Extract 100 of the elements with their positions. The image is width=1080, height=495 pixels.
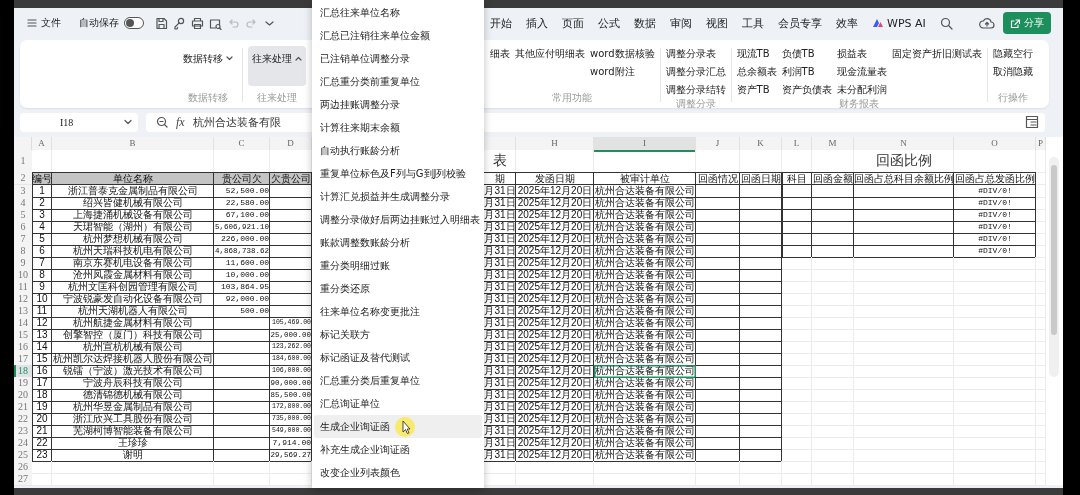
table-cell: 1 bbox=[32, 185, 52, 198]
key-icon[interactable] bbox=[173, 16, 186, 30]
ribbon-tab[interactable]: 数据 bbox=[628, 12, 662, 34]
ribbon-button[interactable]: 现流TB bbox=[736, 46, 777, 61]
empty-cell bbox=[214, 425, 270, 438]
column-header[interactable]: J bbox=[696, 137, 740, 152]
file-menu[interactable]: 文件 bbox=[24, 14, 64, 32]
menu-item[interactable]: 计算汇兑损益并生成调整分录 bbox=[314, 185, 482, 208]
ribbon-button[interactable]: 资产负债表 bbox=[781, 82, 832, 97]
menu-item[interactable]: 汇总往来单位名称 bbox=[314, 1, 482, 24]
ribbon-button[interactable]: word数据核验 bbox=[590, 46, 655, 61]
scrollbar[interactable] bbox=[1049, 157, 1059, 377]
menu-item[interactable]: 补充生成企业询证函 bbox=[314, 438, 482, 461]
menu-item[interactable]: 汇总已注销往来单位金额 bbox=[314, 24, 482, 47]
ribbon-tab[interactable]: 开始 bbox=[484, 12, 518, 34]
menu-item[interactable]: 重复单位标色及F列与G到J列校验 bbox=[314, 162, 482, 185]
menu-item[interactable]: 重分类明细过账 bbox=[314, 254, 482, 277]
search-icon[interactable] bbox=[939, 16, 953, 30]
group-label: 调整分录 bbox=[674, 97, 717, 111]
menu-item[interactable]: 重分类还原 bbox=[314, 277, 482, 300]
menu-item[interactable]: 汇总重分类后重复单位 bbox=[314, 369, 482, 392]
cell-name-box[interactable]: I18 bbox=[20, 112, 138, 132]
row-header[interactable]: 27 bbox=[14, 473, 32, 486]
ai-button[interactable]: WPS AI bbox=[866, 13, 932, 33]
autosave-toggle[interactable] bbox=[124, 17, 144, 29]
column-header[interactable]: M bbox=[812, 137, 854, 152]
table-cell: 杭州合达装备有限公司 bbox=[594, 317, 696, 330]
column-header[interactable]: N bbox=[854, 137, 954, 152]
table-cell: 月31日 bbox=[484, 257, 516, 270]
print-preview-icon[interactable] bbox=[209, 16, 222, 30]
column-header[interactable]: I bbox=[594, 137, 696, 152]
function-panel-icon[interactable] bbox=[1025, 115, 1039, 129]
empty-cell bbox=[782, 437, 812, 450]
ribbon-button[interactable]: 细表 bbox=[490, 46, 510, 61]
ribbon-button[interactable]: 损益表 bbox=[836, 46, 887, 61]
column-header[interactable]: K bbox=[740, 137, 782, 152]
empty-cell bbox=[740, 197, 782, 210]
ribbon-button[interactable]: 调整分录汇总 bbox=[665, 64, 726, 79]
ribbon-button[interactable]: word附注 bbox=[590, 64, 655, 79]
menu-item[interactable]: 往来单位名称变更批注 bbox=[314, 300, 482, 323]
row-header[interactable]: 1 bbox=[14, 150, 32, 173]
ai-logo-icon bbox=[872, 18, 884, 28]
ribbon-button[interactable]: 总余额表 bbox=[736, 64, 777, 79]
menu-item[interactable]: 调整分录做好后两边挂账过入明细表 bbox=[314, 208, 482, 231]
column-header[interactable]: B bbox=[52, 137, 214, 152]
table-cell: 月31日 bbox=[484, 389, 516, 402]
ribbon-button[interactable]: 其他应付明细表 bbox=[515, 46, 585, 61]
column-header[interactable]: L bbox=[782, 137, 812, 152]
menu-icon bbox=[27, 18, 37, 28]
ribbon-button[interactable]: 调整分录结转 bbox=[665, 82, 726, 97]
share-button[interactable]: 分享 bbox=[1003, 12, 1051, 34]
row-header[interactable]: 2 bbox=[14, 172, 32, 185]
menu-item[interactable]: 账款调整数账龄分析 bbox=[314, 231, 482, 254]
save-icon[interactable] bbox=[155, 16, 168, 30]
caret-icon bbox=[295, 56, 302, 61]
empty-cell bbox=[782, 197, 812, 210]
menu-item[interactable]: 汇总询证单位 bbox=[314, 392, 482, 415]
empty-cell bbox=[214, 389, 270, 402]
column-header[interactable]: C bbox=[214, 137, 270, 152]
ribbon-tab[interactable]: 页面 bbox=[556, 12, 590, 34]
menu-item[interactable]: 改变企业列表颜色 bbox=[314, 461, 482, 484]
ribbon-tab[interactable]: 会员专享 bbox=[772, 12, 828, 34]
table-cell: 10 bbox=[32, 293, 52, 306]
menu-item[interactable]: 自动执行账龄分析 bbox=[314, 139, 482, 162]
menu-item[interactable]: 标记关联方 bbox=[314, 323, 482, 346]
ribbon-tab[interactable]: 审阅 bbox=[664, 12, 698, 34]
menu-item[interactable]: 已注销单位调整分录 bbox=[314, 47, 482, 70]
cloud-upload-icon[interactable] bbox=[979, 16, 995, 30]
table-cell: 杭州合达装备有限公司 bbox=[594, 221, 696, 234]
ribbon-button[interactable]: 负债TB bbox=[781, 46, 832, 61]
ribbon-button[interactable]: 固定资产折旧测试表 bbox=[891, 46, 982, 61]
table-cell: 2025年12月20日 bbox=[516, 197, 594, 210]
ribbon-dropdown-button[interactable]: 数据转移 bbox=[179, 45, 237, 86]
ribbon-button[interactable]: 调整分录表 bbox=[665, 46, 726, 61]
ribbon-dropdown-button[interactable]: 往来处理 bbox=[248, 45, 306, 86]
ribbon-button[interactable]: 现金流量表 bbox=[836, 64, 887, 79]
table-cell: 谢明 bbox=[52, 449, 214, 462]
ribbon-button[interactable]: 利润TB bbox=[781, 64, 832, 79]
column-header[interactable]: O bbox=[954, 137, 1036, 152]
function-label[interactable]: fx bbox=[176, 114, 185, 130]
ribbon-tab[interactable]: 工具 bbox=[736, 12, 770, 34]
ribbon-button[interactable]: 未分配利润 bbox=[836, 82, 887, 97]
ribbon-tab[interactable]: 插入 bbox=[520, 12, 554, 34]
empty-cell bbox=[740, 425, 782, 438]
ribbon-tab[interactable]: 公式 bbox=[592, 12, 626, 34]
empty-cell bbox=[1036, 197, 1046, 210]
empty-cell bbox=[696, 269, 740, 282]
table-cell: 杭州合达装备有限公司 bbox=[594, 413, 696, 426]
column-header[interactable]: P bbox=[1036, 137, 1046, 152]
ribbon-button[interactable]: 隐藏空行 bbox=[992, 46, 1033, 61]
print-icon[interactable] bbox=[191, 16, 204, 30]
menu-item[interactable]: 汇总重分类前重复单位 bbox=[314, 70, 482, 93]
menu-item[interactable]: 标记函证及替代测试 bbox=[314, 346, 482, 369]
ribbon-tab[interactable]: 效率 bbox=[830, 12, 864, 34]
zoom-icon[interactable] bbox=[156, 116, 168, 128]
ribbon-tab[interactable]: 视图 bbox=[700, 12, 734, 34]
empty-cell bbox=[782, 425, 812, 438]
menu-item[interactable]: 生成企业询证函 bbox=[314, 415, 482, 438]
ribbon-button[interactable]: 取消隐藏 bbox=[992, 64, 1033, 79]
ribbon-button[interactable]: 资产TB bbox=[736, 82, 777, 97]
